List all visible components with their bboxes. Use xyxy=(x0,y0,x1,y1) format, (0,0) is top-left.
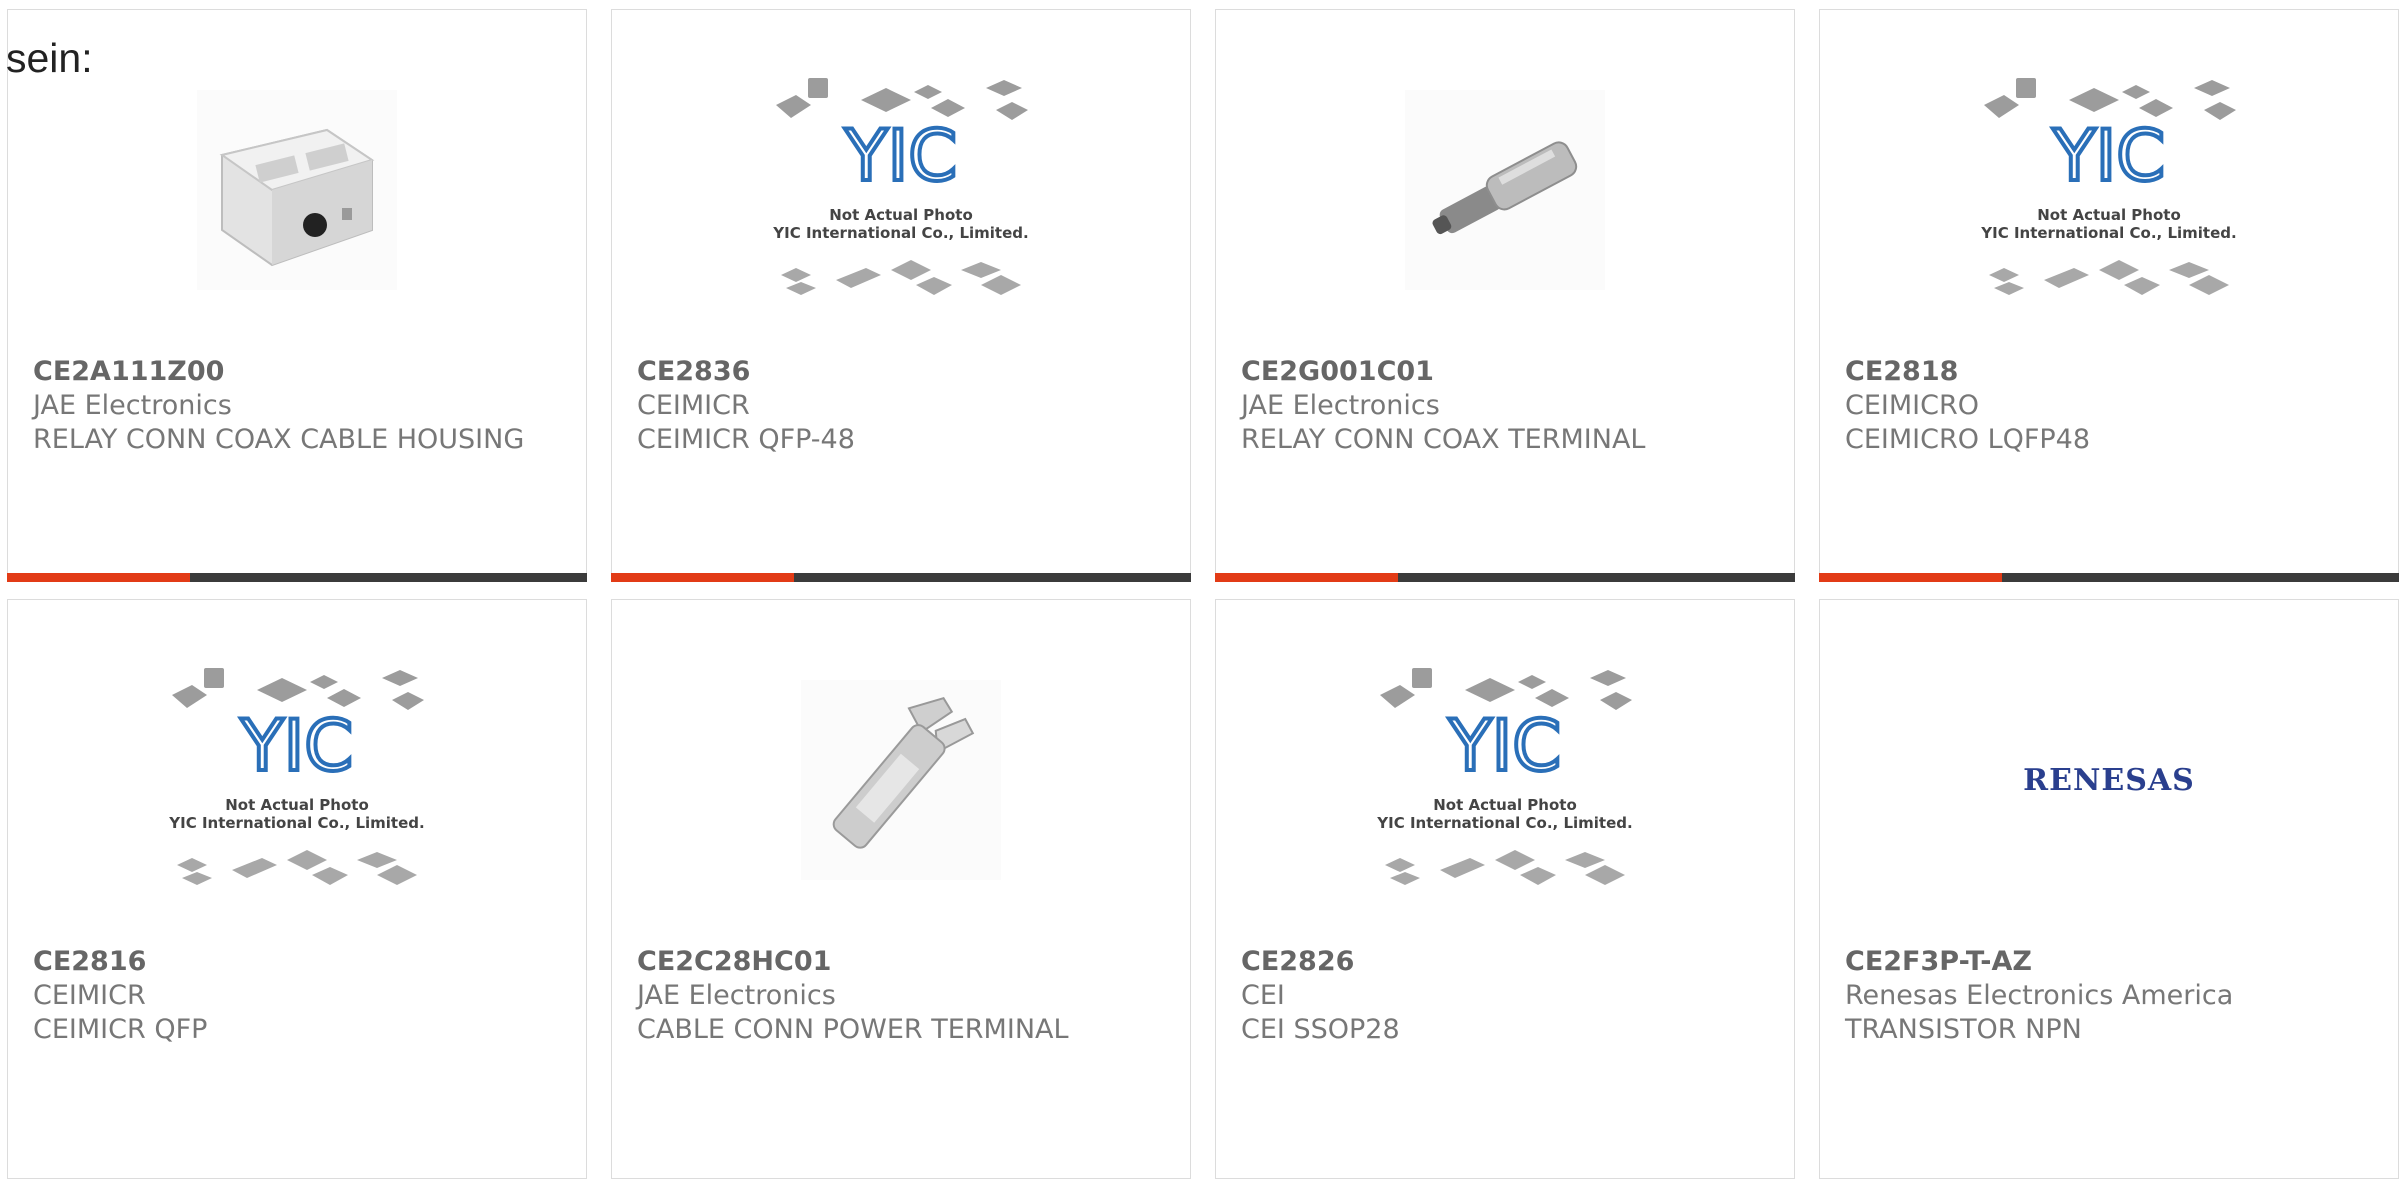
product-info: CE2818 CEIMICRO CEIMICRO LQFP48 xyxy=(1845,355,2378,457)
renesas-logo-icon: RENESAS xyxy=(2023,762,2195,798)
card-accent-bar xyxy=(611,573,1191,582)
svg-text:YIC International Co., Limited: YIC International Co., Limited. xyxy=(1980,224,2236,242)
part-number[interactable]: CE2F3P-T-AZ xyxy=(1845,945,2378,979)
description: CEI SSOP28 xyxy=(1241,1014,1400,1045)
svg-text:Not Actual Photo: Not Actual Photo xyxy=(1433,796,1577,814)
manufacturer: CEI xyxy=(1241,980,1285,1011)
product-card[interactable]: YIC Not Actual Photo YIC International C… xyxy=(1819,9,2399,582)
manufacturer: CEIMICR xyxy=(33,980,146,1011)
product-card[interactable]: YIC Not Actual Photo YIC International C… xyxy=(1215,599,1795,1179)
product-info: CE2F3P-T-AZ Renesas Electronics America … xyxy=(1845,945,2378,1047)
svg-text:YIC: YIC xyxy=(844,115,957,197)
manufacturer: CEIMICRO xyxy=(1845,390,1979,421)
card-accent-bar xyxy=(1819,573,2399,582)
product-card[interactable]: CE2A111Z00 JAE Electronics RELAY CONN CO… xyxy=(7,9,587,582)
coax-terminal-photo xyxy=(1405,90,1605,290)
product-card[interactable]: RENESAS CE2F3P-T-AZ Renesas Electronics … xyxy=(1819,599,2399,1179)
part-number[interactable]: CE2818 xyxy=(1845,355,2378,389)
card-accent-bar xyxy=(1215,573,1795,582)
manufacturer: JAE Electronics xyxy=(33,390,232,421)
lead-text: sein: xyxy=(6,35,93,81)
svg-text:Not Actual Photo: Not Actual Photo xyxy=(829,206,973,224)
part-number[interactable]: CE2836 xyxy=(637,355,1170,389)
product-image[interactable]: RENESAS xyxy=(1820,665,2398,895)
product-info: CE2G001C01 JAE Electronics RELAY CONN CO… xyxy=(1241,355,1774,457)
yic-placeholder-icon: YIC Not Actual Photo YIC International C… xyxy=(1376,668,1633,885)
part-number[interactable]: CE2826 xyxy=(1241,945,1774,979)
product-image[interactable]: YIC Not Actual Photo YIC International C… xyxy=(8,665,586,895)
svg-text:Not Actual Photo: Not Actual Photo xyxy=(225,796,369,814)
card-accent-bar xyxy=(7,573,587,582)
product-image[interactable]: YIC Not Actual Photo YIC International C… xyxy=(612,75,1190,305)
description: RELAY CONN COAX CABLE HOUSING xyxy=(33,424,525,455)
product-image[interactable]: YIC Not Actual Photo YIC International C… xyxy=(1820,75,2398,305)
connector-housing-photo xyxy=(197,90,397,290)
product-image[interactable] xyxy=(612,665,1190,895)
part-number[interactable]: CE2C28HC01 xyxy=(637,945,1170,979)
product-image[interactable] xyxy=(1216,75,1794,305)
yic-placeholder-icon: YIC Not Actual Photo YIC International C… xyxy=(168,668,425,885)
part-number[interactable]: CE2816 xyxy=(33,945,566,979)
description: CEIMICR QFP-48 xyxy=(637,424,855,455)
product-card[interactable]: YIC Not Actual Photo YIC International C… xyxy=(611,9,1191,582)
product-card[interactable]: CE2C28HC01 JAE Electronics CABLE CONN PO… xyxy=(611,599,1191,1179)
yic-placeholder-icon: YIC Not Actual Photo YIC International C… xyxy=(1980,78,2237,295)
product-image[interactable]: YIC Not Actual Photo YIC International C… xyxy=(1216,665,1794,895)
description: CEIMICR QFP xyxy=(33,1014,208,1045)
product-info: CE2C28HC01 JAE Electronics CABLE CONN PO… xyxy=(637,945,1170,1047)
manufacturer: Renesas Electronics America xyxy=(1845,980,2234,1011)
description: CABLE CONN POWER TERMINAL xyxy=(637,1014,1069,1045)
description: CEIMICRO LQFP48 xyxy=(1845,424,2091,455)
manufacturer: JAE Electronics xyxy=(637,980,836,1011)
svg-text:YIC International Co., Limited: YIC International Co., Limited. xyxy=(772,224,1028,242)
product-info: CE2836 CEIMICR CEIMICR QFP-48 xyxy=(637,355,1170,457)
product-card[interactable]: CE2G001C01 JAE Electronics RELAY CONN CO… xyxy=(1215,9,1795,582)
svg-text:YIC: YIC xyxy=(2052,115,2165,197)
product-card[interactable]: YIC Not Actual Photo YIC International C… xyxy=(7,599,587,1179)
yic-placeholder-icon: YIC Not Actual Photo YIC International C… xyxy=(772,78,1029,295)
product-image[interactable] xyxy=(8,75,586,305)
product-info: CE2816 CEIMICR CEIMICR QFP xyxy=(33,945,566,1047)
product-info: CE2A111Z00 JAE Electronics RELAY CONN CO… xyxy=(33,355,566,457)
description: RELAY CONN COAX TERMINAL xyxy=(1241,424,1646,455)
part-number[interactable]: CE2A111Z00 xyxy=(33,355,566,389)
svg-text:YIC International Co., Limited: YIC International Co., Limited. xyxy=(1376,814,1632,832)
manufacturer: CEIMICR xyxy=(637,390,750,421)
part-number[interactable]: CE2G001C01 xyxy=(1241,355,1774,389)
svg-text:YIC: YIC xyxy=(1448,705,1561,787)
power-terminal-photo xyxy=(801,680,1001,880)
manufacturer: JAE Electronics xyxy=(1241,390,1440,421)
product-info: CE2826 CEI CEI SSOP28 xyxy=(1241,945,1774,1047)
svg-text:Not Actual Photo: Not Actual Photo xyxy=(2037,206,2181,224)
description: TRANSISTOR NPN xyxy=(1845,1014,2082,1045)
svg-text:YIC: YIC xyxy=(240,705,353,787)
svg-text:YIC International Co., Limited: YIC International Co., Limited. xyxy=(168,814,424,832)
